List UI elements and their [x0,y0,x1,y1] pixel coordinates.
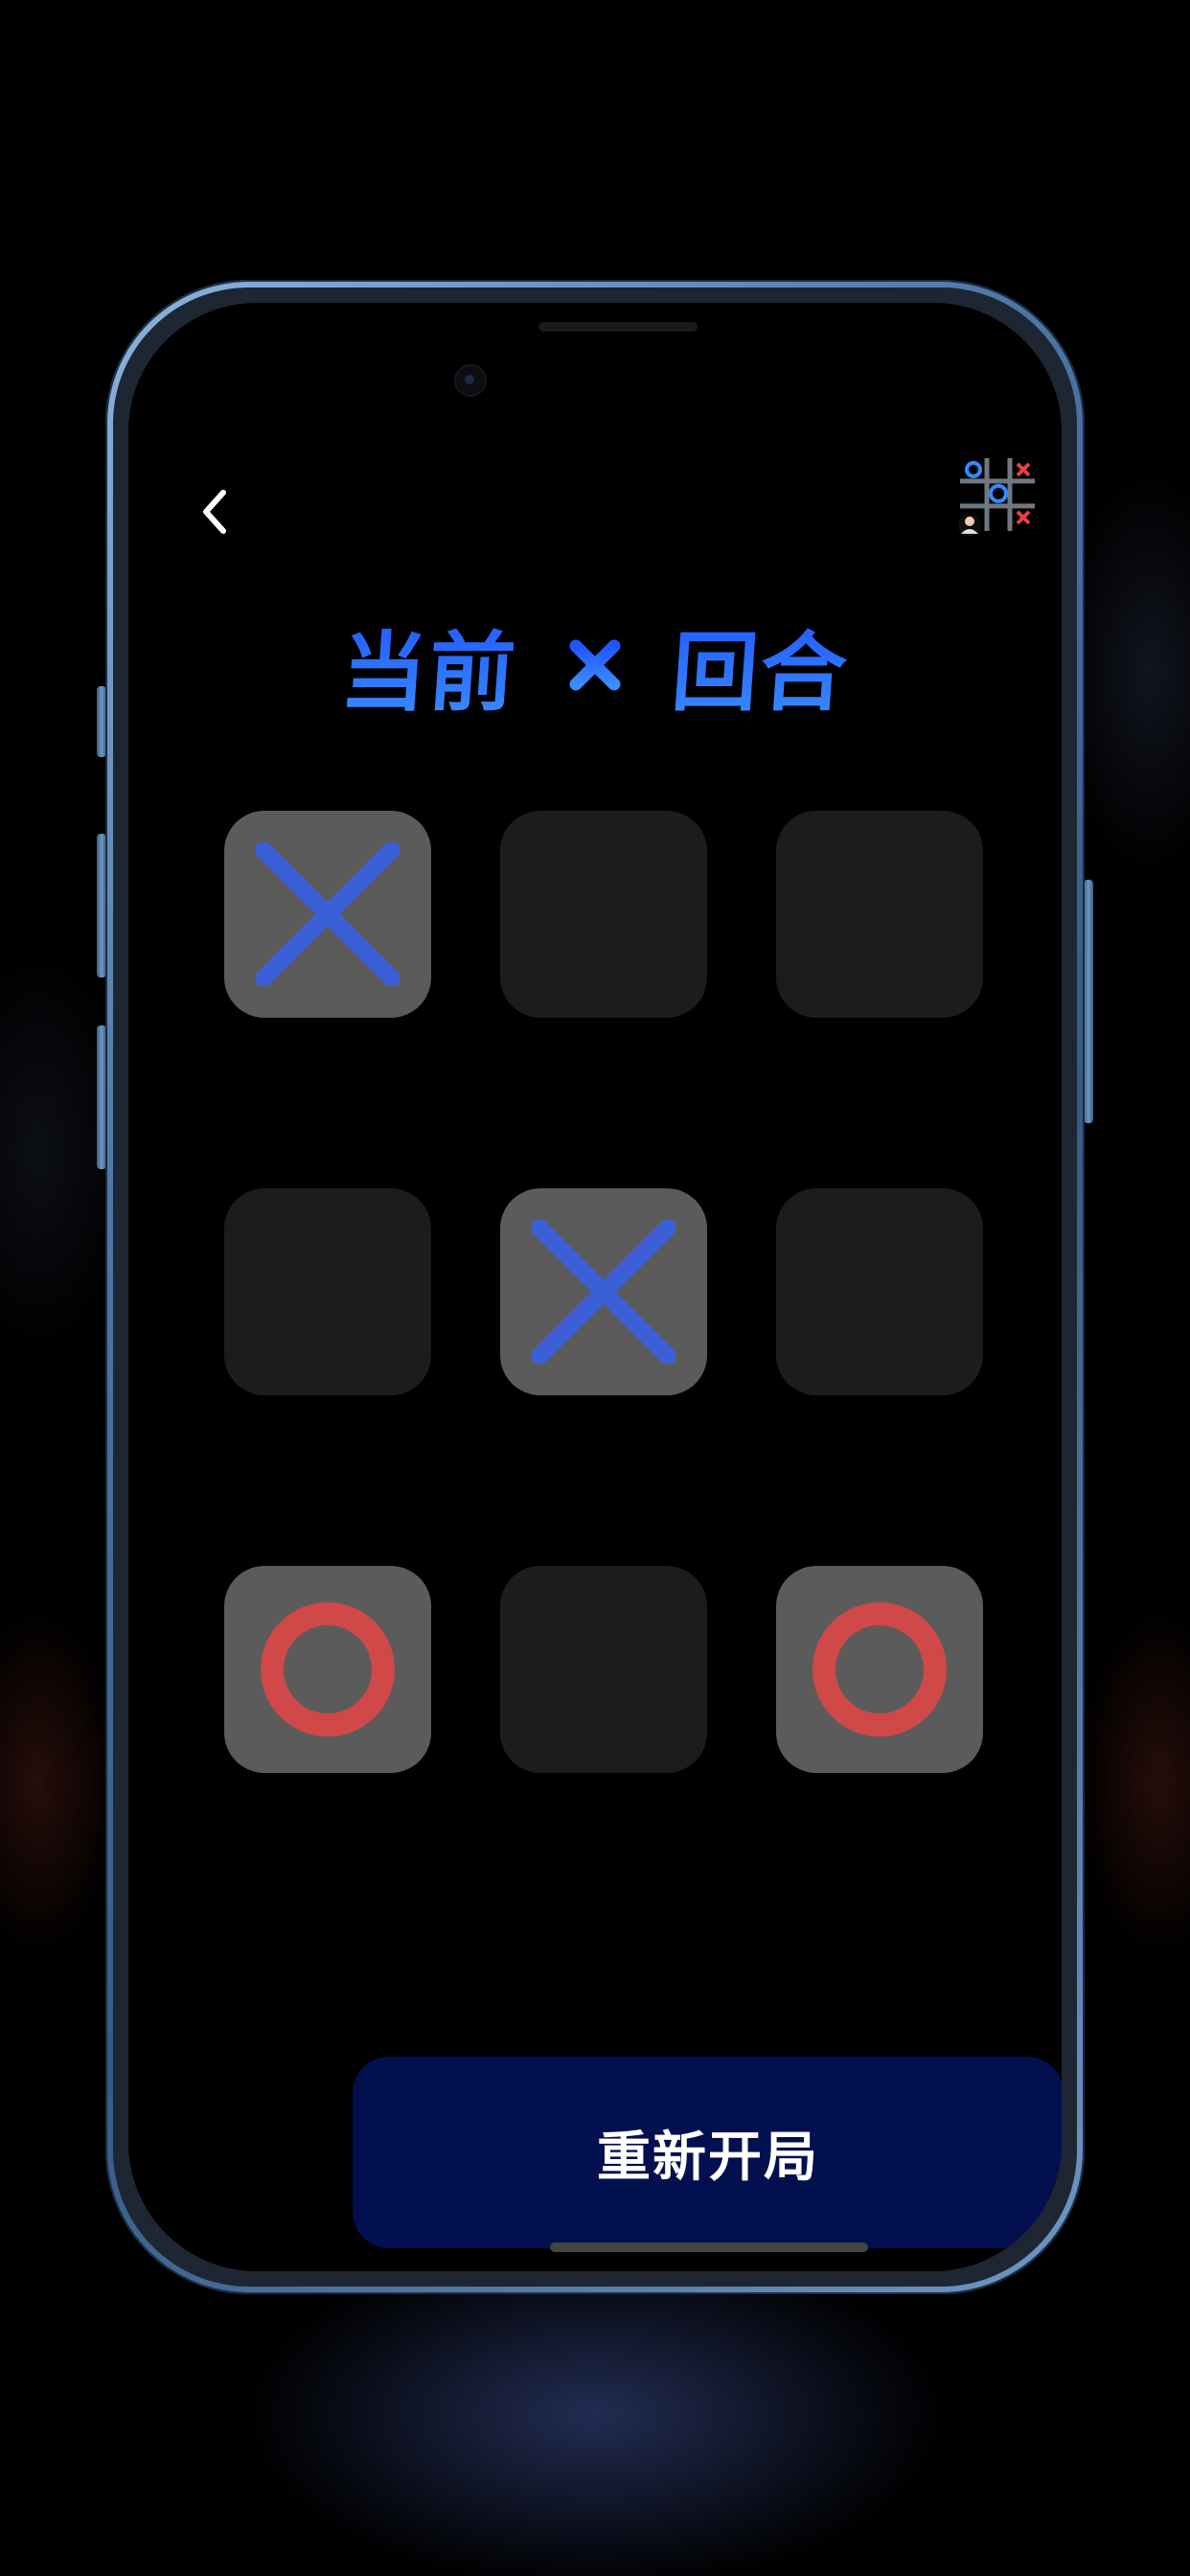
o-mark-icon [812,1602,947,1736]
board-cell-3-3[interactable] [776,1566,983,1773]
board-cell-2-3[interactable] [776,1188,983,1395]
phone-screen: 当前 X 回合 [128,303,1062,2271]
game-board [128,303,1062,2271]
o-mark-icon [261,1602,395,1736]
restart-button[interactable]: 重新开局 [353,2057,1062,2248]
board-cell-1-1[interactable] [224,811,431,1018]
x-mark-icon [256,842,400,986]
board-cell-1-2[interactable] [500,811,707,1018]
power-button [1084,880,1093,1123]
board-cell-1-3[interactable] [776,811,983,1018]
board-cell-3-1[interactable] [224,1566,431,1773]
phone-bezel: 当前 X 回合 [113,288,1077,2287]
restart-button-label: 重新开局 [597,2126,819,2189]
phone-frame: 当前 X 回合 [105,280,1085,2294]
board-cell-2-1[interactable] [224,1188,431,1395]
board-cell-2-2[interactable] [500,1188,707,1395]
board-cell-3-2[interactable] [500,1566,707,1773]
home-indicator [550,2242,868,2252]
x-mark-icon [532,1220,675,1364]
